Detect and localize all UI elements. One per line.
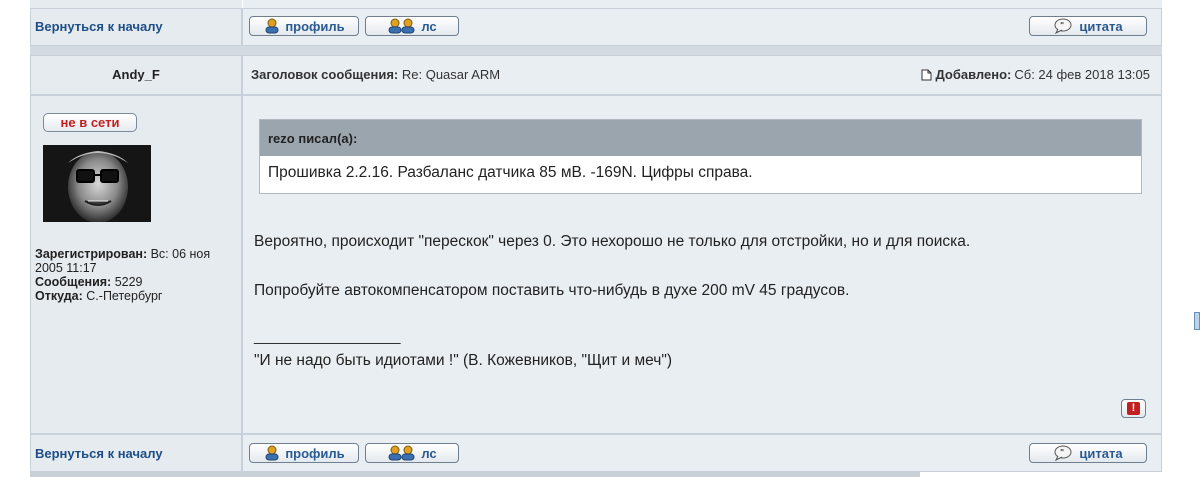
post-paragraph-1: Вероятно, происходит "перескок" через 0.… [254,233,971,250]
quote-button[interactable]: " цитата [1029,16,1147,36]
posts-count-line: Сообщения: 5229 [35,275,235,289]
quote-header: rezo писал(а): [260,120,1141,156]
pm-button-bottom[interactable]: лс [365,443,459,463]
profile-button-label: профиль [285,445,345,461]
profile-button[interactable]: профиль [249,16,359,36]
added-value: Сб: 24 фев 2018 13:05 [1014,67,1150,82]
post-document-icon[interactable] [921,69,932,81]
svg-text:": " [1060,448,1064,457]
speech-bubble-icon: " [1054,445,1072,461]
avatar[interactable] [43,145,151,222]
user-icon [265,445,279,461]
quote-block: rezo писал(а): Прошивка 2.2.16. Разбалан… [259,119,1142,194]
quote-text: Прошивка 2.2.16. Разбаланс датчика 85 мВ… [268,164,753,181]
quote-button-label: цитата [1079,18,1123,34]
subject-value: Re: Quasar ARM [401,67,501,82]
quote-button-label: цитата [1079,445,1123,461]
subject-label: Заголовок сообщения: [251,67,399,82]
user-icon [265,18,279,34]
speech-bubble-icon: " [1054,18,1072,34]
back-to-top-link[interactable]: Вернуться к началу [35,19,163,34]
signature: "И не надо быть идиотами !" (В. Кожевник… [254,352,673,369]
back-to-top-link-bottom[interactable]: Вернуться к началу [35,446,163,461]
pm-button[interactable]: лс [365,16,459,36]
bottom-divider [30,472,920,477]
post-author-name[interactable]: Andy_F [30,67,242,82]
quote-button-bottom[interactable]: " цитата [1029,443,1147,463]
posts-value: 5229 [114,275,143,289]
post-paragraph-2: Попробуйте автокомпенсатором поставить ч… [254,282,850,299]
post-subject: Заголовок сообщения: Re: Quasar ARM [251,67,500,82]
row-separator [30,46,1162,55]
location-line: Откуда: С.-Петербург [35,289,235,303]
registered-line: Зарегистрирован: Вс: 06 ноя 2005 11:17 [35,247,235,275]
online-status-badge: не в сети [43,113,137,132]
prev-post-tail-right [243,0,1162,8]
profile-info: Зарегистрирован: Вс: 06 ноя 2005 11:17 С… [35,247,235,303]
pm-button-label: лс [421,445,437,461]
from-label: Откуда: [35,289,83,303]
profile-button-bottom[interactable]: профиль [249,443,359,463]
registered-label: Зарегистрирован: [35,247,148,261]
users-icon [388,18,415,34]
post-date: Добавлено: Сб: 24 фев 2018 13:05 [921,67,1150,82]
side-scroll-widget-icon[interactable] [1194,312,1200,330]
svg-text:": " [1060,21,1064,30]
pm-button-label: лс [421,18,437,34]
report-button[interactable]: ! [1121,399,1146,418]
users-icon [388,445,415,461]
prev-post-tail-left [30,0,242,8]
profile-button-label: профиль [285,18,345,34]
posts-label: Сообщения: [35,275,112,289]
from-value: С.-Петербург [86,289,163,303]
signature-rule: _________________ [254,328,401,345]
added-label: Добавлено: [935,67,1012,82]
report-icon: ! [1127,402,1140,415]
